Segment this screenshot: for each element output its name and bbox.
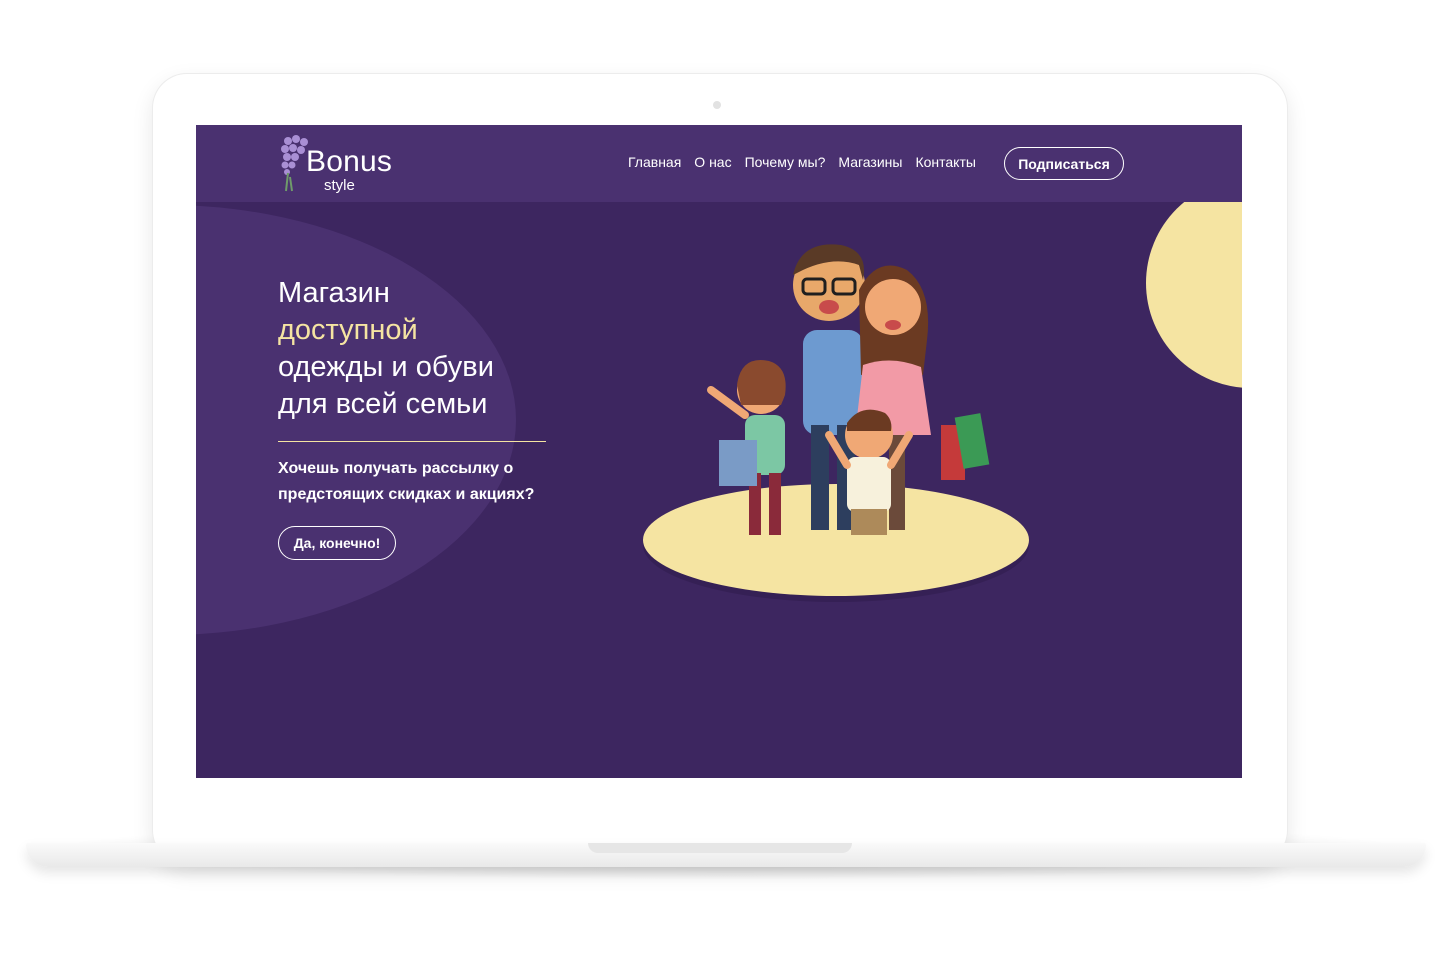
logo[interactable]: Bonus style — [278, 133, 408, 194]
background-circle-right — [1146, 178, 1242, 388]
camera-dot — [713, 101, 721, 109]
headline-line-1: Магазин — [278, 277, 390, 309]
headline-accent: доступной — [278, 314, 418, 346]
nav-item-why-us[interactable]: Почему мы? — [745, 154, 826, 170]
hero-subtext: Хочешь получать рассылку о предстоящих с… — [278, 460, 535, 503]
nav-item-home[interactable]: Главная — [628, 154, 681, 170]
nav-item-contacts[interactable]: Контакты — [915, 154, 975, 170]
main-nav: Главная О нас Почему мы? Магазины Контак… — [628, 154, 976, 170]
hero-headline: Магазин доступной одежды и обуви для все… — [278, 275, 546, 423]
site-header: Bonus style Главная О нас Почему мы? Маг… — [196, 125, 1242, 202]
nav-item-stores[interactable]: Магазины — [838, 154, 902, 170]
laptop-notch — [588, 843, 852, 853]
website-screen: Bonus style Главная О нас Почему мы? Маг… — [196, 125, 1242, 778]
subscribe-button[interactable]: Подписаться — [1004, 147, 1124, 180]
nav-item-about[interactable]: О нас — [694, 154, 731, 170]
hero-divider — [278, 441, 546, 442]
headline-line-3: одежды и обуви — [278, 351, 494, 383]
logo-title: Bonus — [306, 145, 393, 178]
family-illustration — [643, 244, 1029, 602]
hero-section: Магазин доступной одежды и обуви для все… — [278, 275, 546, 560]
headline-line-4: для всей семьи — [278, 388, 488, 420]
logo-subtitle: style — [324, 177, 355, 194]
cta-button[interactable]: Да, конечно! — [278, 526, 396, 560]
